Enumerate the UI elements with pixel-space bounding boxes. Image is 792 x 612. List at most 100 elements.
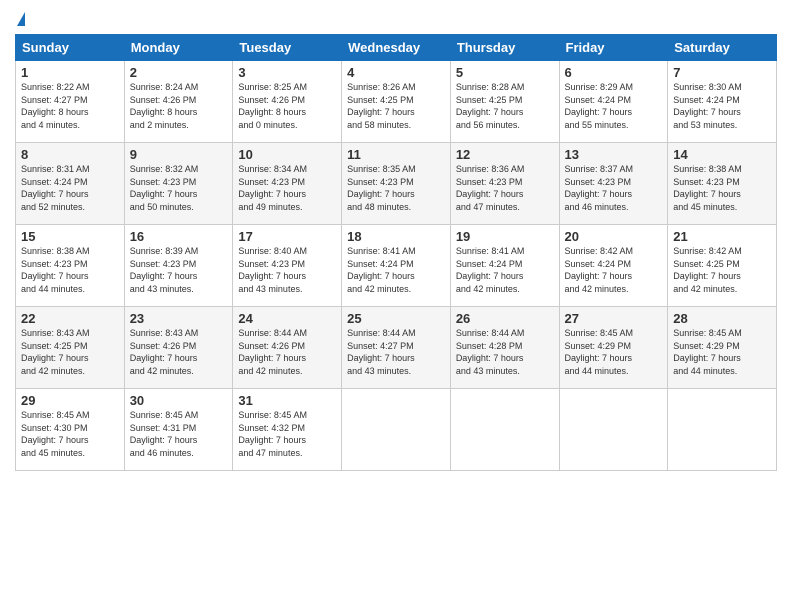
- calendar-cell: 18Sunrise: 8:41 AM Sunset: 4:24 PM Dayli…: [342, 225, 451, 307]
- day-number: 12: [456, 147, 554, 162]
- day-number: 13: [565, 147, 663, 162]
- day-info: Sunrise: 8:44 AM Sunset: 4:26 PM Dayligh…: [238, 327, 336, 377]
- day-number: 5: [456, 65, 554, 80]
- day-number: 7: [673, 65, 771, 80]
- calendar-cell: 3Sunrise: 8:25 AM Sunset: 4:26 PM Daylig…: [233, 61, 342, 143]
- calendar-cell: 23Sunrise: 8:43 AM Sunset: 4:26 PM Dayli…: [124, 307, 233, 389]
- day-info: Sunrise: 8:30 AM Sunset: 4:24 PM Dayligh…: [673, 81, 771, 131]
- calendar-header-wednesday: Wednesday: [342, 35, 451, 61]
- day-info: Sunrise: 8:35 AM Sunset: 4:23 PM Dayligh…: [347, 163, 445, 213]
- calendar-header-sunday: Sunday: [16, 35, 125, 61]
- day-info: Sunrise: 8:42 AM Sunset: 4:25 PM Dayligh…: [673, 245, 771, 295]
- day-number: 9: [130, 147, 228, 162]
- day-number: 23: [130, 311, 228, 326]
- day-number: 19: [456, 229, 554, 244]
- calendar-cell: 15Sunrise: 8:38 AM Sunset: 4:23 PM Dayli…: [16, 225, 125, 307]
- day-info: Sunrise: 8:41 AM Sunset: 4:24 PM Dayligh…: [347, 245, 445, 295]
- calendar-cell: 12Sunrise: 8:36 AM Sunset: 4:23 PM Dayli…: [450, 143, 559, 225]
- day-info: Sunrise: 8:45 AM Sunset: 4:32 PM Dayligh…: [238, 409, 336, 459]
- day-info: Sunrise: 8:44 AM Sunset: 4:27 PM Dayligh…: [347, 327, 445, 377]
- calendar-cell: 27Sunrise: 8:45 AM Sunset: 4:29 PM Dayli…: [559, 307, 668, 389]
- calendar-cell: 31Sunrise: 8:45 AM Sunset: 4:32 PM Dayli…: [233, 389, 342, 471]
- day-number: 14: [673, 147, 771, 162]
- day-number: 10: [238, 147, 336, 162]
- calendar-cell: 16Sunrise: 8:39 AM Sunset: 4:23 PM Dayli…: [124, 225, 233, 307]
- day-info: Sunrise: 8:45 AM Sunset: 4:30 PM Dayligh…: [21, 409, 119, 459]
- day-number: 11: [347, 147, 445, 162]
- day-number: 17: [238, 229, 336, 244]
- day-number: 15: [21, 229, 119, 244]
- calendar-cell: 21Sunrise: 8:42 AM Sunset: 4:25 PM Dayli…: [668, 225, 777, 307]
- day-info: Sunrise: 8:24 AM Sunset: 4:26 PM Dayligh…: [130, 81, 228, 131]
- calendar-cell: 30Sunrise: 8:45 AM Sunset: 4:31 PM Dayli…: [124, 389, 233, 471]
- calendar-cell: 26Sunrise: 8:44 AM Sunset: 4:28 PM Dayli…: [450, 307, 559, 389]
- calendar-header-thursday: Thursday: [450, 35, 559, 61]
- day-number: 1: [21, 65, 119, 80]
- day-info: Sunrise: 8:25 AM Sunset: 4:26 PM Dayligh…: [238, 81, 336, 131]
- day-info: Sunrise: 8:34 AM Sunset: 4:23 PM Dayligh…: [238, 163, 336, 213]
- calendar-cell: 1Sunrise: 8:22 AM Sunset: 4:27 PM Daylig…: [16, 61, 125, 143]
- day-number: 25: [347, 311, 445, 326]
- day-info: Sunrise: 8:28 AM Sunset: 4:25 PM Dayligh…: [456, 81, 554, 131]
- calendar-cell: 6Sunrise: 8:29 AM Sunset: 4:24 PM Daylig…: [559, 61, 668, 143]
- calendar-header-monday: Monday: [124, 35, 233, 61]
- day-info: Sunrise: 8:32 AM Sunset: 4:23 PM Dayligh…: [130, 163, 228, 213]
- day-info: Sunrise: 8:22 AM Sunset: 4:27 PM Dayligh…: [21, 81, 119, 131]
- calendar-header-row: SundayMondayTuesdayWednesdayThursdayFrid…: [16, 35, 777, 61]
- calendar-week-row: 8Sunrise: 8:31 AM Sunset: 4:24 PM Daylig…: [16, 143, 777, 225]
- day-info: Sunrise: 8:39 AM Sunset: 4:23 PM Dayligh…: [130, 245, 228, 295]
- day-number: 30: [130, 393, 228, 408]
- day-info: Sunrise: 8:44 AM Sunset: 4:28 PM Dayligh…: [456, 327, 554, 377]
- day-info: Sunrise: 8:26 AM Sunset: 4:25 PM Dayligh…: [347, 81, 445, 131]
- day-info: Sunrise: 8:38 AM Sunset: 4:23 PM Dayligh…: [21, 245, 119, 295]
- day-info: Sunrise: 8:45 AM Sunset: 4:31 PM Dayligh…: [130, 409, 228, 459]
- calendar-cell: 9Sunrise: 8:32 AM Sunset: 4:23 PM Daylig…: [124, 143, 233, 225]
- day-number: 6: [565, 65, 663, 80]
- day-number: 28: [673, 311, 771, 326]
- day-number: 29: [21, 393, 119, 408]
- day-info: Sunrise: 8:29 AM Sunset: 4:24 PM Dayligh…: [565, 81, 663, 131]
- day-info: Sunrise: 8:37 AM Sunset: 4:23 PM Dayligh…: [565, 163, 663, 213]
- calendar-cell: 20Sunrise: 8:42 AM Sunset: 4:24 PM Dayli…: [559, 225, 668, 307]
- day-number: 31: [238, 393, 336, 408]
- calendar-header-saturday: Saturday: [668, 35, 777, 61]
- calendar-cell: 13Sunrise: 8:37 AM Sunset: 4:23 PM Dayli…: [559, 143, 668, 225]
- calendar-header-tuesday: Tuesday: [233, 35, 342, 61]
- day-info: Sunrise: 8:36 AM Sunset: 4:23 PM Dayligh…: [456, 163, 554, 213]
- day-number: 24: [238, 311, 336, 326]
- day-info: Sunrise: 8:45 AM Sunset: 4:29 PM Dayligh…: [673, 327, 771, 377]
- calendar-table: SundayMondayTuesdayWednesdayThursdayFrid…: [15, 34, 777, 471]
- calendar-cell: 11Sunrise: 8:35 AM Sunset: 4:23 PM Dayli…: [342, 143, 451, 225]
- day-info: Sunrise: 8:43 AM Sunset: 4:25 PM Dayligh…: [21, 327, 119, 377]
- calendar-header-friday: Friday: [559, 35, 668, 61]
- calendar-week-row: 1Sunrise: 8:22 AM Sunset: 4:27 PM Daylig…: [16, 61, 777, 143]
- day-info: Sunrise: 8:40 AM Sunset: 4:23 PM Dayligh…: [238, 245, 336, 295]
- day-number: 18: [347, 229, 445, 244]
- calendar-cell: [559, 389, 668, 471]
- logo: [15, 10, 25, 28]
- day-number: 2: [130, 65, 228, 80]
- calendar-cell: 2Sunrise: 8:24 AM Sunset: 4:26 PM Daylig…: [124, 61, 233, 143]
- day-number: 20: [565, 229, 663, 244]
- calendar-cell: 22Sunrise: 8:43 AM Sunset: 4:25 PM Dayli…: [16, 307, 125, 389]
- header: [15, 10, 777, 28]
- calendar-cell: 25Sunrise: 8:44 AM Sunset: 4:27 PM Dayli…: [342, 307, 451, 389]
- day-number: 8: [21, 147, 119, 162]
- day-info: Sunrise: 8:31 AM Sunset: 4:24 PM Dayligh…: [21, 163, 119, 213]
- day-number: 21: [673, 229, 771, 244]
- day-number: 16: [130, 229, 228, 244]
- calendar-cell: 17Sunrise: 8:40 AM Sunset: 4:23 PM Dayli…: [233, 225, 342, 307]
- calendar-cell: 28Sunrise: 8:45 AM Sunset: 4:29 PM Dayli…: [668, 307, 777, 389]
- calendar-cell: 5Sunrise: 8:28 AM Sunset: 4:25 PM Daylig…: [450, 61, 559, 143]
- calendar-cell: 14Sunrise: 8:38 AM Sunset: 4:23 PM Dayli…: [668, 143, 777, 225]
- calendar-cell: 4Sunrise: 8:26 AM Sunset: 4:25 PM Daylig…: [342, 61, 451, 143]
- day-number: 3: [238, 65, 336, 80]
- day-number: 22: [21, 311, 119, 326]
- day-info: Sunrise: 8:42 AM Sunset: 4:24 PM Dayligh…: [565, 245, 663, 295]
- day-number: 4: [347, 65, 445, 80]
- calendar-week-row: 15Sunrise: 8:38 AM Sunset: 4:23 PM Dayli…: [16, 225, 777, 307]
- calendar-week-row: 22Sunrise: 8:43 AM Sunset: 4:25 PM Dayli…: [16, 307, 777, 389]
- day-info: Sunrise: 8:43 AM Sunset: 4:26 PM Dayligh…: [130, 327, 228, 377]
- calendar-week-row: 29Sunrise: 8:45 AM Sunset: 4:30 PM Dayli…: [16, 389, 777, 471]
- calendar-cell: 24Sunrise: 8:44 AM Sunset: 4:26 PM Dayli…: [233, 307, 342, 389]
